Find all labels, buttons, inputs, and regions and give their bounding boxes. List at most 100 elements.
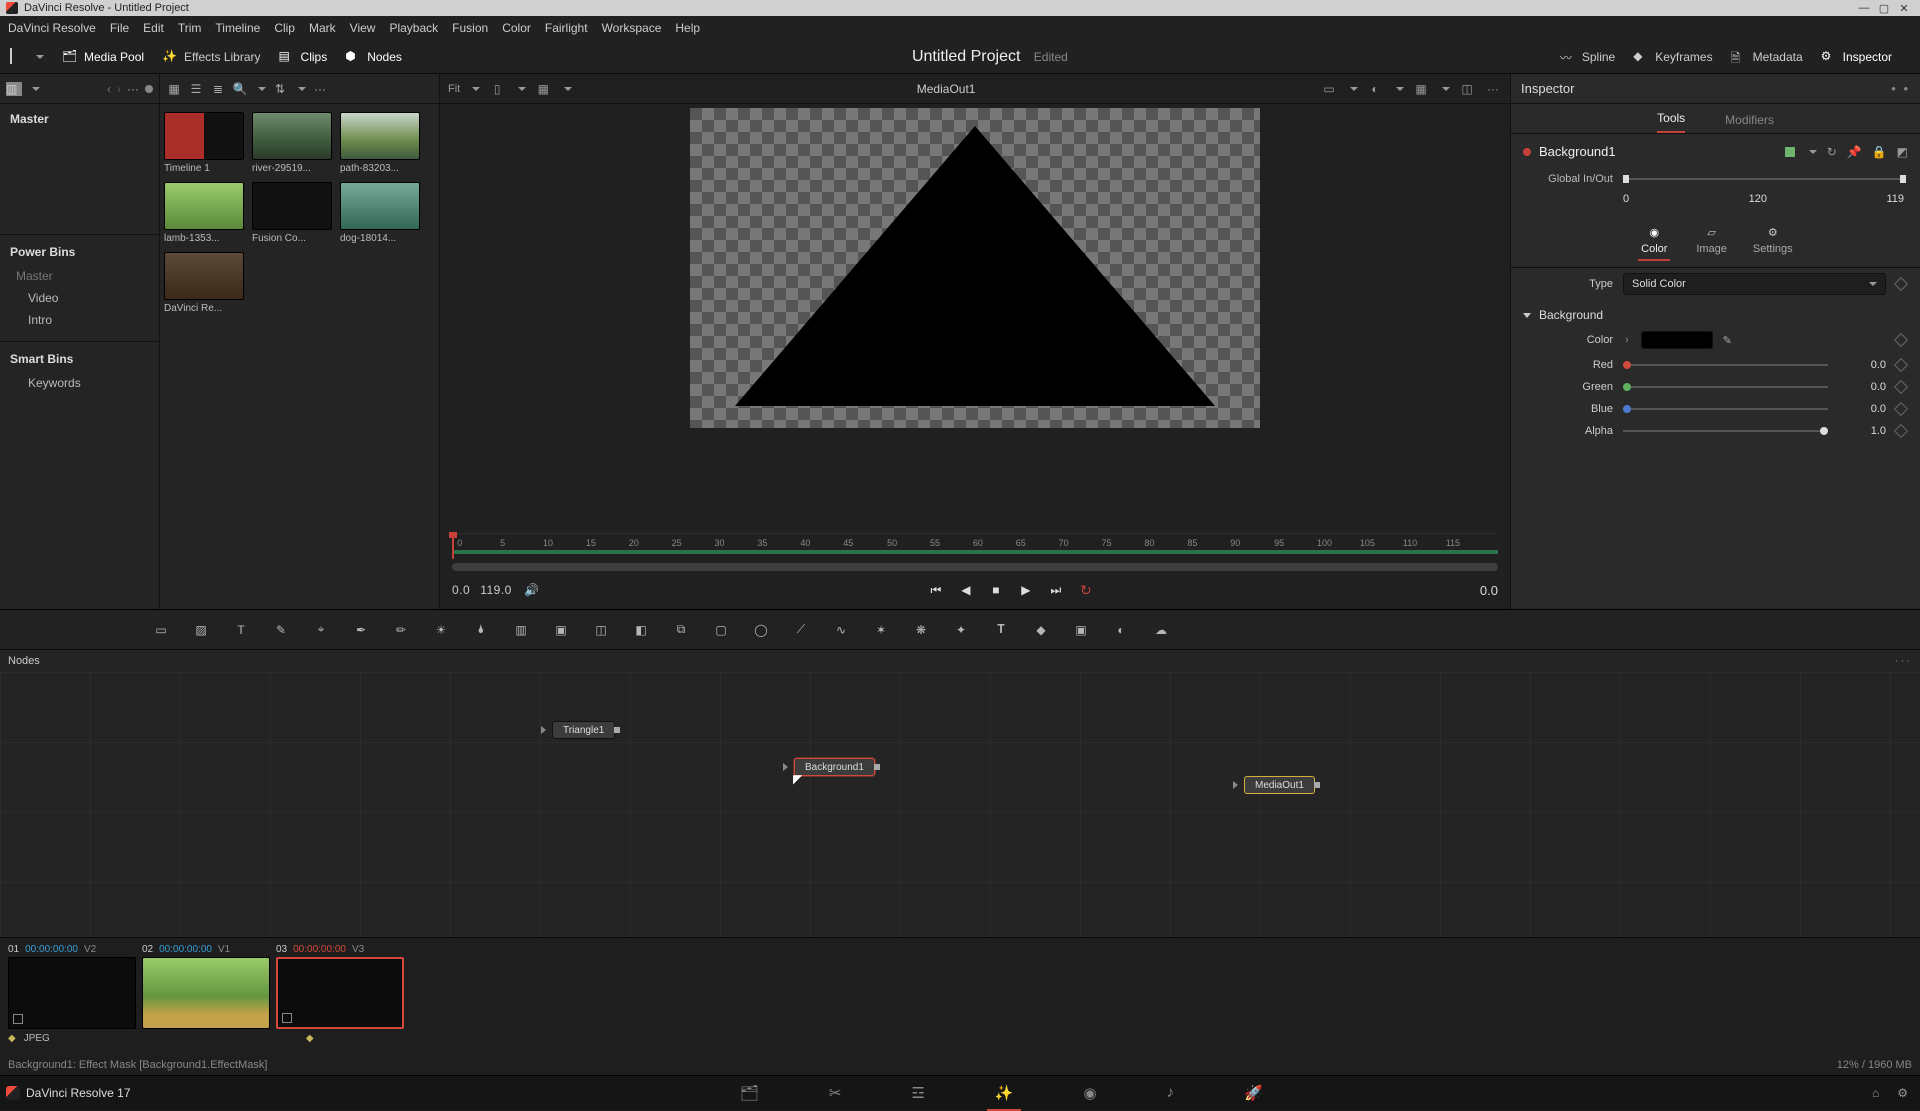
- tool-text3d-icon[interactable]: 𝐓: [990, 620, 1012, 640]
- tool-render3d-icon[interactable]: ☁: [1150, 620, 1172, 640]
- color-keyframe[interactable]: [1894, 333, 1908, 347]
- toggle-metadata[interactable]: 🗎 Metadata: [1731, 49, 1803, 65]
- menu-workspace[interactable]: Workspace: [602, 21, 662, 35]
- minimize-button[interactable]: —: [1854, 2, 1874, 14]
- insp-cat-settings[interactable]: ⚙Settings: [1753, 223, 1793, 261]
- clip-river[interactable]: river-29519...: [252, 112, 332, 174]
- color-expand[interactable]: ›: [1625, 334, 1629, 346]
- tool-paint-icon[interactable]: ✎: [270, 620, 292, 640]
- tool-particles-icon[interactable]: ✶: [870, 620, 892, 640]
- bin-item-video[interactable]: Video: [0, 287, 159, 309]
- toggle-effects-library[interactable]: ✨ Effects Library: [162, 49, 260, 65]
- tool-resize-icon[interactable]: ⧉: [670, 620, 692, 640]
- pool-more-icon[interactable]: ···: [312, 82, 328, 96]
- menu-view[interactable]: View: [350, 21, 376, 35]
- alpha-slider[interactable]: [1623, 430, 1828, 432]
- viewer-zoom-label[interactable]: Fit: [448, 81, 460, 97]
- clip-slot-02[interactable]: 0200:00:00:00V1: [142, 944, 270, 1029]
- red-keyframe[interactable]: [1894, 358, 1908, 372]
- tool-mask-rect-icon[interactable]: ▢: [710, 620, 732, 640]
- toggle-nodes[interactable]: ⬢ Nodes: [345, 49, 402, 65]
- toggle-inspector[interactable]: ⚙ Inspector: [1821, 49, 1892, 65]
- time-out-field[interactable]: 119.0: [480, 583, 512, 597]
- audio-toggle[interactable]: 🔊: [522, 583, 542, 597]
- type-select[interactable]: Solid Color: [1623, 273, 1886, 295]
- clip-timeline1[interactable]: Timeline 1: [164, 112, 244, 174]
- time-in-field[interactable]: 0.0: [452, 583, 470, 597]
- menu-help[interactable]: Help: [675, 21, 700, 35]
- tool-prender-icon[interactable]: ✦: [950, 620, 972, 640]
- tool-shape3d-icon[interactable]: ◆: [1030, 620, 1052, 640]
- tool-colorcorr-icon[interactable]: ▥: [510, 620, 532, 640]
- red-slider[interactable]: [1623, 364, 1828, 366]
- toggle-clips[interactable]: ▤ Clips: [279, 49, 328, 65]
- menu-davinci[interactable]: DaVinci Resolve: [8, 21, 96, 35]
- menu-timeline[interactable]: Timeline: [215, 21, 260, 35]
- page-fairlight[interactable]: ♪: [1167, 1084, 1175, 1102]
- node-mediaout1[interactable]: MediaOut1: [1244, 776, 1315, 794]
- insp-cat-color[interactable]: ◉Color: [1638, 223, 1670, 261]
- page-cut[interactable]: ✂: [829, 1084, 842, 1102]
- tool-pemitter-icon[interactable]: ❋: [910, 620, 932, 640]
- clip-slot-01[interactable]: 0100:00:00:00V2: [8, 944, 136, 1029]
- tool-background-icon[interactable]: ▭: [150, 620, 172, 640]
- alpha-value[interactable]: 1.0: [1838, 425, 1886, 437]
- layout-presets-button[interactable]: [10, 49, 44, 65]
- tool-mask-pen-icon[interactable]: ✒: [350, 620, 372, 640]
- viewer-split-icon[interactable]: ▯: [488, 81, 506, 97]
- page-color[interactable]: ◉: [1083, 1084, 1096, 1102]
- green-keyframe[interactable]: [1894, 380, 1908, 394]
- stop-button[interactable]: ■: [986, 583, 1006, 597]
- toggle-spline[interactable]: 〰 Spline: [1560, 49, 1615, 65]
- search-icon[interactable]: 🔍: [232, 82, 248, 96]
- insp-cat-image[interactable]: ▱Image: [1696, 223, 1727, 261]
- inspector-options[interactable]: • •: [1891, 81, 1910, 96]
- power-bins-label[interactable]: Power Bins: [0, 237, 159, 265]
- tool-tracker-icon[interactable]: ⌖: [310, 620, 332, 640]
- node-background1[interactable]: Background1: [794, 758, 875, 776]
- view-thumb-icon[interactable]: ▦: [166, 82, 182, 96]
- tool-matte-icon[interactable]: ◧: [630, 620, 652, 640]
- tool-mask-ellipse-icon[interactable]: ◯: [750, 620, 772, 640]
- node-canvas[interactable]: Triangle1 Background1 MediaOut1 ◤: [0, 672, 1920, 937]
- menu-edit[interactable]: Edit: [143, 21, 164, 35]
- current-time[interactable]: 0.0: [1480, 583, 1498, 598]
- clip-lamb[interactable]: lamb-1353...: [164, 182, 244, 244]
- tool-transform-icon[interactable]: ◫: [590, 620, 612, 640]
- menu-playback[interactable]: Playback: [389, 21, 438, 35]
- bin-nav-fwd[interactable]: ›: [117, 82, 121, 96]
- reset-icon[interactable]: ↻: [1827, 145, 1837, 159]
- go-last-button[interactable]: ⏭: [1046, 583, 1066, 598]
- menu-fusion[interactable]: Fusion: [452, 21, 488, 35]
- viewer-guides-icon[interactable]: ▦: [534, 81, 552, 97]
- blue-slider[interactable]: [1623, 408, 1828, 410]
- viewer-dual-icon[interactable]: ◫: [1458, 81, 1476, 97]
- play-button[interactable]: ▶: [1016, 583, 1036, 597]
- go-first-button[interactable]: ⏮: [926, 583, 946, 598]
- clip-davinci[interactable]: DaVinci Re...: [164, 252, 244, 314]
- menu-color[interactable]: Color: [502, 21, 531, 35]
- bin-view-icon[interactable]: ▥: [6, 82, 22, 96]
- clip-slot-03[interactable]: 0300:00:00:00V3: [276, 944, 404, 1029]
- bin-master-label[interactable]: Master: [0, 104, 159, 132]
- tool-light-icon[interactable]: ◐: [1110, 620, 1132, 640]
- menu-trim[interactable]: Trim: [178, 21, 202, 35]
- close-button[interactable]: ✕: [1894, 2, 1914, 15]
- loop-button[interactable]: ↻: [1076, 582, 1096, 599]
- blue-value[interactable]: 0.0: [1838, 403, 1886, 415]
- tool-camera3d-icon[interactable]: ▣: [1070, 620, 1092, 640]
- menu-fairlight[interactable]: Fairlight: [545, 21, 588, 35]
- clip-dog[interactable]: dog-18014...: [340, 182, 420, 244]
- type-keyframe[interactable]: [1894, 277, 1908, 291]
- menu-mark[interactable]: Mark: [309, 21, 336, 35]
- eyedropper-icon[interactable]: ✎: [1723, 334, 1732, 347]
- bin-nav-back[interactable]: ‹: [107, 82, 111, 96]
- tool-mask-bspline-icon[interactable]: ∿: [830, 620, 852, 640]
- io-start[interactable]: 0: [1623, 193, 1629, 205]
- section-background[interactable]: Background: [1511, 300, 1920, 326]
- view-strip-icon[interactable]: ☰: [188, 82, 204, 96]
- time-ruler[interactable]: 0 5 10 15 20 25 30 35 40 45 50 55 60 65 …: [452, 533, 1498, 559]
- home-button[interactable]: ⌂: [1872, 1086, 1879, 1100]
- green-value[interactable]: 0.0: [1838, 381, 1886, 393]
- alpha-keyframe[interactable]: [1894, 424, 1908, 438]
